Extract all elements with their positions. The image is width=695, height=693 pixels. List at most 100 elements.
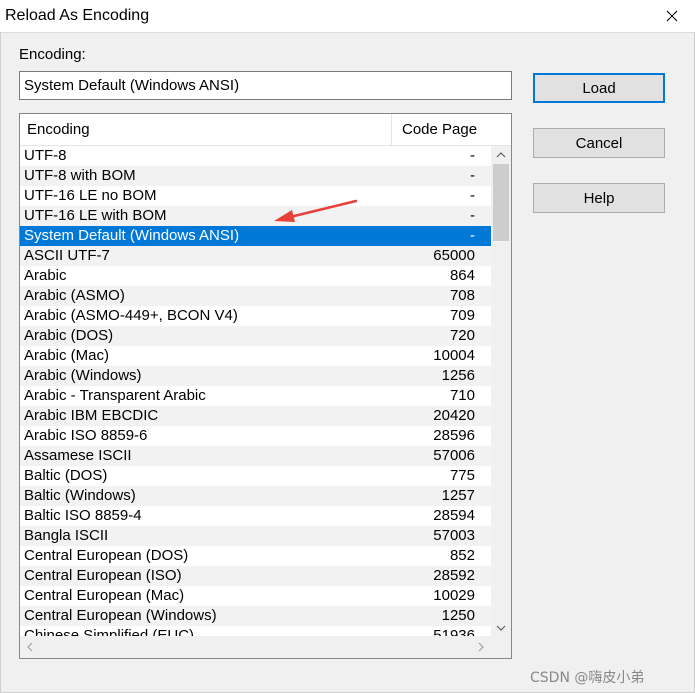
list-item[interactable]: Assamese ISCII 57006 [20,446,491,466]
chevron-left-icon [27,642,33,652]
code-page-value: 1257 [441,487,475,504]
list-item[interactable]: UTF-16 LE no BOM - [20,186,491,206]
code-page-value: 28592 [433,567,475,584]
horizontal-scrollbar[interactable] [20,636,491,658]
vertical-scroll-thumb[interactable] [493,164,509,241]
list-item[interactable]: Central European (Windows) 1250 [20,606,491,626]
list-item-selected[interactable]: System Default (Windows ANSI) - [20,226,491,246]
code-page-value: 28596 [433,427,475,444]
code-page-value: - [470,147,475,164]
scroll-left-button[interactable] [20,636,40,658]
list-item[interactable]: UTF-16 LE with BOM - [20,206,491,226]
list-item[interactable]: Central European (Mac) 10029 [20,586,491,606]
encoding-name: Central European (Windows) [24,607,217,624]
code-page-value: - [470,227,475,244]
code-page-value: - [470,167,475,184]
encoding-name: Central European (DOS) [24,547,189,564]
encoding-name: Arabic IBM EBCDIC [24,407,159,424]
list-item[interactable]: Arabic (ASMO) 708 [20,286,491,306]
code-page-value: 1256 [441,367,475,384]
help-button[interactable]: Help [533,183,665,213]
encoding-name: Chinese Simplified (EUC) [24,627,195,636]
code-page-value: 1250 [441,607,475,624]
code-page-value: 852 [449,547,475,564]
encoding-name: Arabic (Mac) [24,347,110,364]
window-frame-left [0,32,1,693]
encoding-name: Baltic ISO 8859-4 [24,507,142,524]
encoding-name: UTF-16 LE no BOM [24,187,157,204]
chevron-down-icon [496,625,506,631]
list-item[interactable]: Arabic (Mac) 10004 [20,346,491,366]
watermark: CSDN @嗨皮小弟 [530,670,645,686]
code-page-value: 57003 [433,527,475,544]
encoding-name: Arabic ISO 8859-6 [24,427,148,444]
code-page-value: 20420 [433,407,475,424]
encoding-name: Arabic - Transparent Arabic [24,387,206,404]
list-header: Encoding Code Page [20,114,511,146]
column-header-encoding[interactable]: Encoding [20,114,392,145]
list-item[interactable]: Chinese Simplified (EUC) 51936 [20,626,491,636]
list-item[interactable]: Arabic ISO 8859-6 28596 [20,426,491,446]
list-item[interactable]: Central European (ISO) 28592 [20,566,491,586]
code-page-value: 57006 [433,447,475,464]
scroll-up-button[interactable] [491,146,511,163]
encoding-input[interactable] [19,71,512,100]
list-item[interactable]: Arabic (ASMO-449+, BCON V4) 709 [20,306,491,326]
list-item[interactable]: Bangla ISCII 57003 [20,526,491,546]
code-page-value: - [470,207,475,224]
encoding-name: Bangla ISCII [24,527,109,544]
encoding-name: Baltic (Windows) [24,487,136,504]
encoding-label: Encoding: [19,46,86,63]
column-header-code-page[interactable]: Code Page [392,114,511,145]
window-title: Reload As Encoding [5,7,150,24]
encoding-name: Arabic (ASMO) [24,287,125,304]
list-item[interactable]: Baltic (DOS) 775 [20,466,491,486]
list-item[interactable]: Arabic 864 [20,266,491,286]
close-icon [666,10,678,22]
chevron-up-icon [496,151,506,157]
encoding-name: UTF-16 LE with BOM [24,207,167,224]
code-page-value: 708 [449,287,475,304]
list-item[interactable]: Arabic (DOS) 720 [20,326,491,346]
list-item[interactable]: UTF-8 - [20,146,491,166]
encoding-name: Baltic (DOS) [24,467,108,484]
encoding-name: Arabic [24,267,67,284]
code-page-value: 10004 [433,347,475,364]
list-rows: UTF-8- UTF-8 with BOM - UTF-16 LE no BOM - UT… [20,146,491,636]
scroll-down-button[interactable] [491,619,511,636]
list-item[interactable]: Arabic - Transparent Arabic 710 [20,386,491,406]
list-item[interactable]: UTF-8 with BOM - [20,166,491,186]
code-page-value: 709 [449,307,475,324]
list-item[interactable]: Baltic (Windows) 1257 [20,486,491,506]
vertical-scrollbar[interactable] [491,146,511,636]
close-button[interactable] [649,0,695,32]
encoding-name: System Default (Windows ANSI) [24,227,240,244]
scroll-right-button[interactable] [471,636,491,658]
code-page-value: 710 [449,387,475,404]
encoding-name: Central European (ISO) [24,567,182,584]
encoding-name: Central European (Mac) [24,587,185,604]
list-item[interactable]: ASCII UTF-7 65000 [20,246,491,266]
title-bar: Reload As Encoding [0,0,695,33]
load-button[interactable]: Load [533,73,665,103]
encoding-name: Arabic (ASMO-449+, BCON V4) [24,307,238,324]
encoding-list[interactable]: Encoding Code Page UTF-8 - UTF-8 with BOM -… [19,113,512,659]
encoding-name: UTF-8 [24,147,67,164]
scrollbar-corner [491,636,511,658]
code-page-value: 864 [449,267,475,284]
cancel-button[interactable]: Cancel [533,128,665,158]
code-page-value: 28594 [433,507,475,524]
code-page-value: 65000 [433,247,475,264]
list-item[interactable]: Arabic IBM EBCDIC 20420 [20,406,491,426]
code-page-value: 51936 [433,627,475,636]
list-item[interactable]: Arabic (Windows) 1256 [20,366,491,386]
list-item[interactable]: Baltic ISO 8859-4 28594 [20,506,491,526]
code-page-value: 10029 [433,587,475,604]
code-page-value: 775 [449,467,475,484]
list-item[interactable]: Central European (DOS) 852 [20,546,491,566]
encoding-name: UTF-8 with BOM [24,167,136,184]
chevron-right-icon [478,642,484,652]
encoding-name: Arabic (DOS) [24,327,114,344]
encoding-name: Assamese ISCII [24,447,132,464]
code-page-value: 720 [449,327,475,344]
